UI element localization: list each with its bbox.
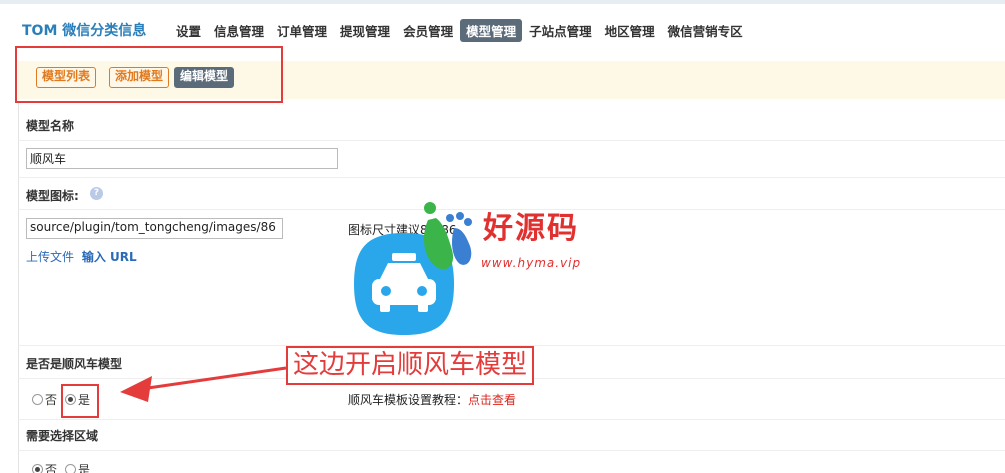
watermark-url: www.hyma.vip [481, 256, 582, 270]
divider [18, 419, 1005, 420]
highlight-box-subtabs [15, 46, 283, 103]
radio-button[interactable] [32, 464, 43, 473]
nav-item-orders[interactable]: 订单管理 [271, 19, 333, 42]
nav-item-regions[interactable]: 地区管理 [599, 19, 661, 42]
radio-label: 是 [78, 463, 91, 473]
watermark-foot-logo [423, 202, 472, 270]
model-icon-input[interactable]: source/plugin/tom_tongcheng/images/86 [26, 218, 283, 239]
divider [18, 140, 1005, 141]
need-area-radio-no[interactable]: 否 [32, 461, 57, 473]
watermark-title: 好源码 [483, 211, 579, 246]
form-left-border [18, 103, 19, 473]
page: TOM 微信分类信息 设置 信息管理 订单管理 提现管理 会员管理 模型管理 子… [0, 0, 1005, 473]
nav-item-members[interactable]: 会员管理 [397, 19, 459, 42]
carpool-radio-no[interactable]: 否 [32, 391, 57, 408]
model-name-label: 模型名称 [26, 119, 75, 133]
model-icon-label: 模型图标: [26, 189, 79, 203]
nav-item-info[interactable]: 信息管理 [208, 19, 270, 42]
divider [18, 177, 1005, 178]
nav-item-wechat-marketing[interactable]: 微信营销专区 [662, 19, 749, 42]
upload-file-link[interactable]: 上传文件 [26, 250, 74, 264]
annotation-arrow-icon [120, 366, 287, 402]
radio-label: 否 [45, 393, 58, 407]
help-icon[interactable]: ? [90, 187, 103, 200]
main-nav: 设置 信息管理 订单管理 提现管理 会员管理 模型管理 子站点管理 地区管理 微… [170, 19, 750, 42]
icon-source-links: 上传文件 输入 URL [26, 248, 137, 265]
top-navbar: TOM 微信分类信息 设置 信息管理 订单管理 提现管理 会员管理 模型管理 子… [0, 0, 1005, 50]
tutorial-label: 顺风车模板设置教程： [348, 393, 469, 407]
need-area-radio-yes[interactable]: 是 [65, 461, 90, 473]
model-name-input[interactable]: 顺风车 [26, 148, 338, 169]
nav-item-models[interactable]: 模型管理 [460, 19, 523, 42]
annotation-callout: 这边开启顺风车模型 [286, 346, 535, 385]
carpool-tutorial: 顺风车模板设置教程：点击查看 [348, 391, 516, 408]
need-area-label: 需要选择区域 [26, 429, 99, 443]
radio-label: 否 [45, 463, 58, 473]
nav-item-settings[interactable]: 设置 [170, 19, 207, 42]
highlight-box-yes [61, 384, 99, 418]
carpool-model-label: 是否是顺风车模型 [26, 357, 123, 371]
radio-button[interactable] [65, 464, 77, 473]
nav-item-withdraw[interactable]: 提现管理 [334, 19, 396, 42]
need-area-radio-group: 否 是 [32, 461, 98, 473]
divider [18, 450, 1005, 451]
app-title: TOM 微信分类信息 [22, 23, 147, 39]
nav-item-substations[interactable]: 子站点管理 [523, 19, 598, 42]
enter-url-link[interactable]: 输入 URL [82, 250, 137, 264]
tutorial-link[interactable]: 点击查看 [468, 393, 516, 407]
radio-button[interactable] [32, 394, 43, 405]
